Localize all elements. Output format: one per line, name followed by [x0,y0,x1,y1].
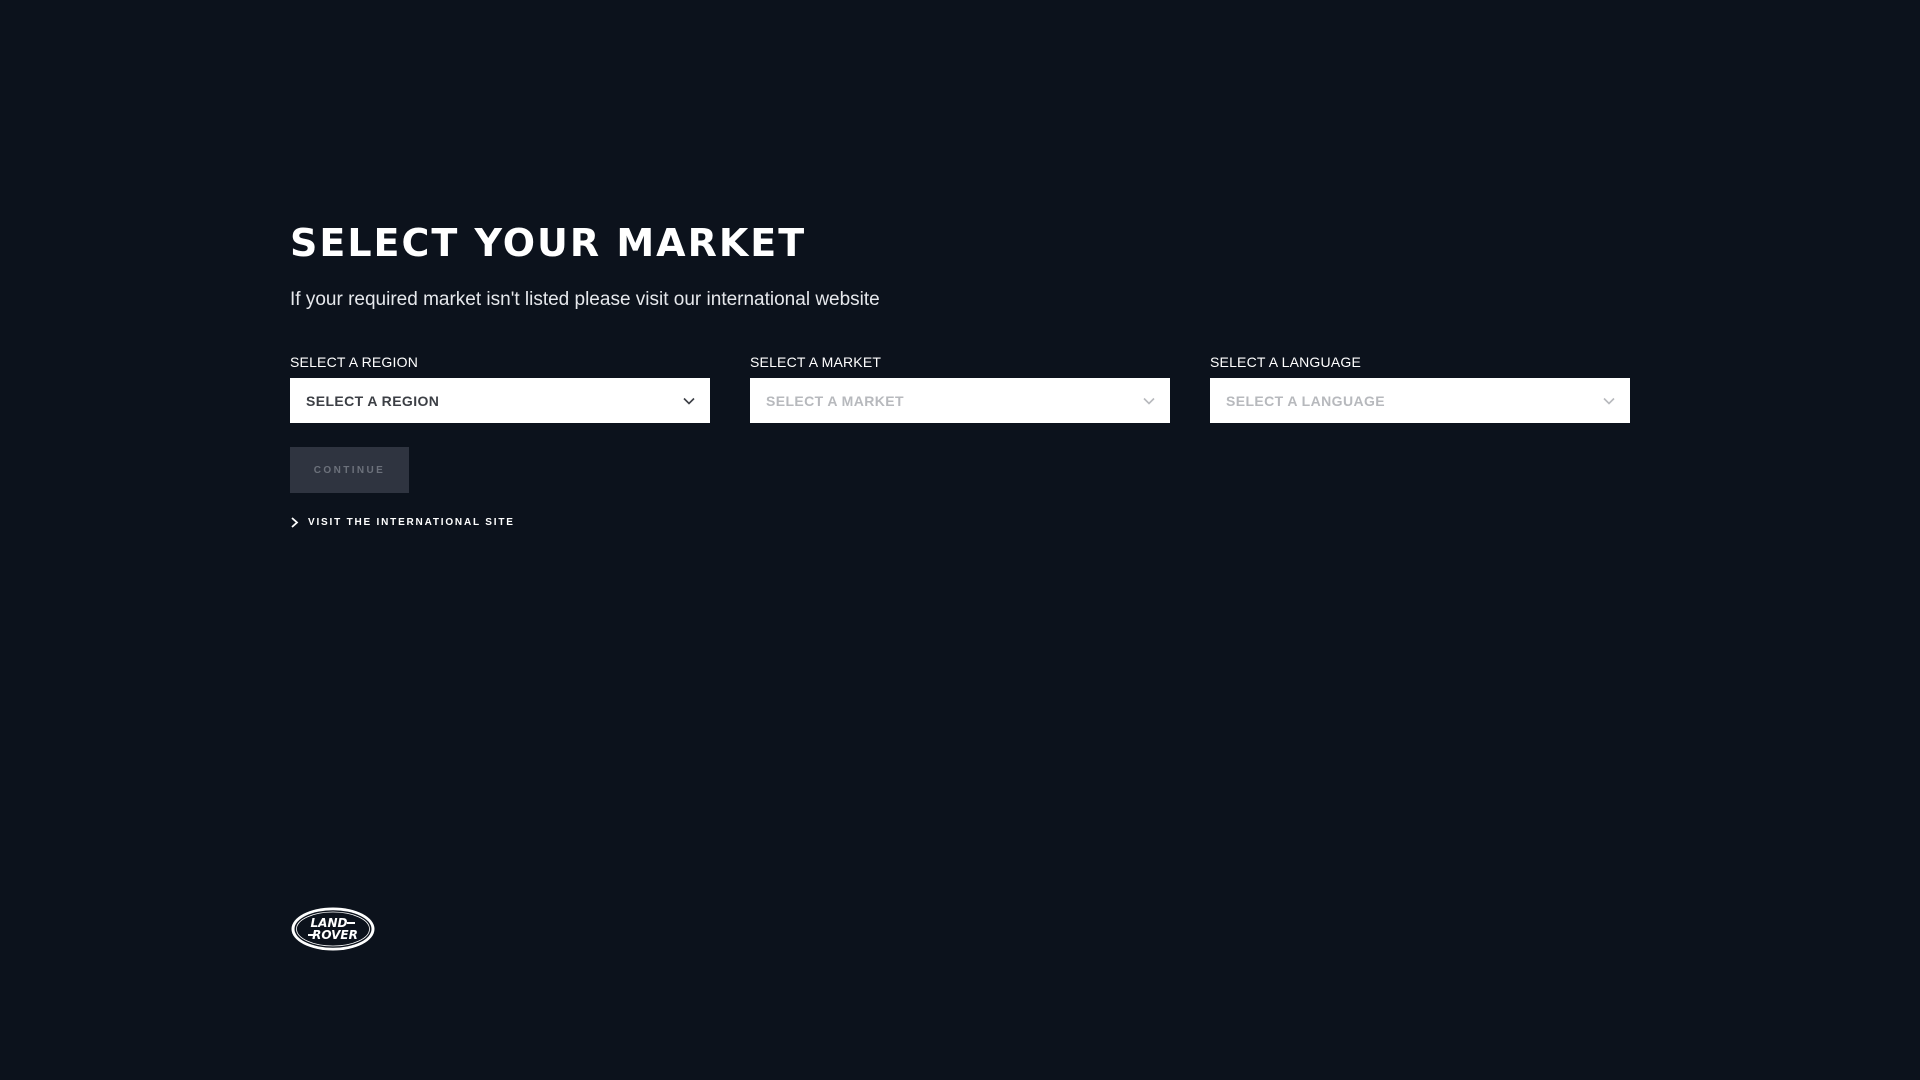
region-select-value: SELECT A REGION [306,392,440,409]
chevron-down-icon [1143,397,1155,405]
market-selector-content: SELECT YOUR MARKET If your required mark… [290,220,1630,533]
language-field: SELECT A LANGUAGE SELECT A LANGUAGE [1210,354,1630,423]
market-selector-page: SELECT YOUR MARKET If your required mark… [0,0,1920,1080]
region-select[interactable]: SELECT A REGION [290,378,710,423]
market-select-value: SELECT A MARKET [766,392,904,409]
region-field: SELECT A REGION SELECT A REGION [290,354,710,423]
market-select[interactable]: SELECT A MARKET [750,378,1170,423]
language-select[interactable]: SELECT A LANGUAGE [1210,378,1630,423]
chevron-right-icon [291,517,299,528]
language-select-value: SELECT A LANGUAGE [1226,392,1385,409]
page-title: SELECT YOUR MARKET [290,221,807,265]
market-label: SELECT A MARKET [750,354,882,370]
region-label: SELECT A REGION [290,354,419,370]
continue-button[interactable]: CONTINUE [290,447,409,493]
selects-row: SELECT A REGION SELECT A REGION SELECT A… [290,354,1630,423]
market-field: SELECT A MARKET SELECT A MARKET [750,354,1170,423]
land-rover-logo-icon[interactable]: LAND ROVER [290,906,376,952]
international-site-link-label: VISIT THE INTERNATIONAL SITE [308,517,515,528]
language-label: SELECT A LANGUAGE [1210,354,1361,370]
chevron-down-icon [1603,397,1615,405]
logo-text-rover: ROVER [312,928,358,942]
page-subtitle: If your required market isn't listed ple… [290,289,880,310]
international-site-link[interactable]: VISIT THE INTERNATIONAL SITE [290,517,515,528]
chevron-down-icon [683,397,695,405]
